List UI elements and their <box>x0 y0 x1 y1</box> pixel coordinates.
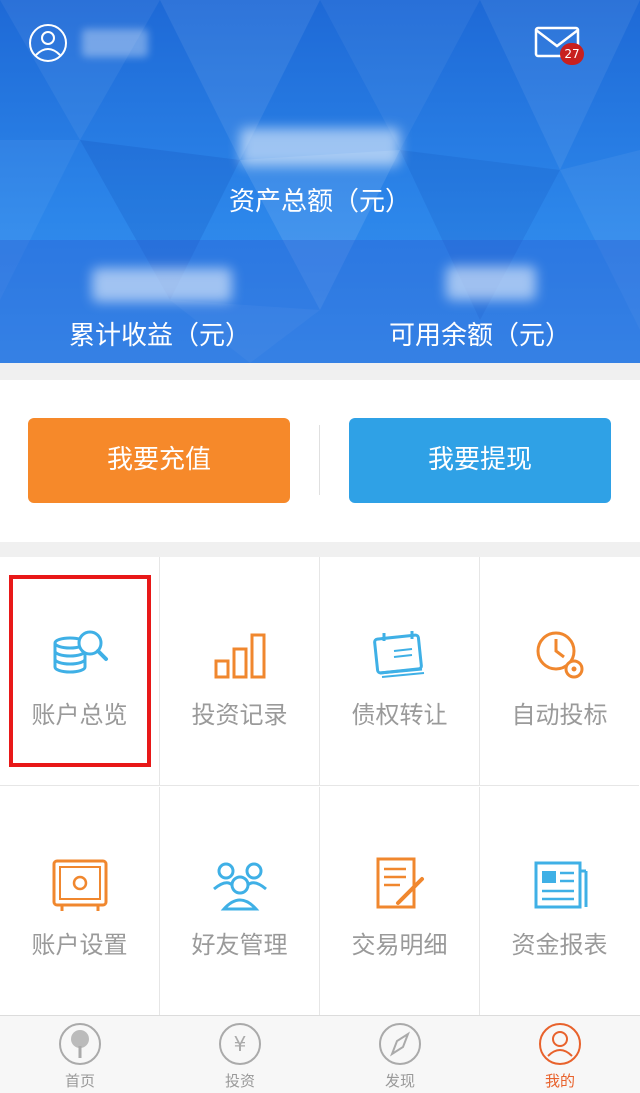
menu-item-label: 资金报表 <box>511 931 608 959</box>
total-assets-value-redacted <box>240 128 400 166</box>
bar-chart-icon <box>214 633 265 679</box>
menu-item-label: 债权转让 <box>351 701 448 729</box>
yen-icon: ¥ <box>219 1023 261 1065</box>
available-balance-label: 可用余额（元） <box>388 321 571 351</box>
accumulated-income-value-redacted <box>92 268 232 302</box>
menu-item-label: 好友管理 <box>191 931 288 959</box>
divider <box>319 425 320 495</box>
available-balance-value-redacted <box>446 266 536 300</box>
total-assets-label: 资产总额（元） <box>228 187 411 217</box>
tab-discover[interactable]: 发现 <box>320 1016 480 1093</box>
friends-icon <box>212 862 267 911</box>
menu-item-fund-report[interactable]: 资金报表 <box>480 787 639 1015</box>
report-icon <box>534 861 587 909</box>
tab-label: 投资 <box>224 1072 255 1090</box>
tab-label: 发现 <box>384 1072 415 1090</box>
accumulated-income-label: 累计收益（元） <box>68 321 251 351</box>
menu-item-label: 账户设置 <box>31 931 128 959</box>
menu-item-label: 投资记录 <box>191 701 288 729</box>
tab-home[interactable]: 首页 <box>0 1016 160 1093</box>
compass-icon <box>379 1023 421 1065</box>
document-pen-icon <box>376 857 424 909</box>
tree-icon <box>59 1023 101 1065</box>
menu-item-label: 自动投标 <box>511 701 608 729</box>
safe-icon <box>52 859 107 911</box>
recharge-button[interactable]: 我要充值 <box>28 418 290 503</box>
menu-item-label: 交易明细 <box>351 931 448 959</box>
bottom-tab-bar: 首页 ¥ 投资 发现 我的 <box>0 1015 640 1093</box>
tab-mine[interactable]: 我的 <box>480 1016 640 1093</box>
tab-label: 首页 <box>64 1072 95 1090</box>
mail-badge: 27 <box>560 43 584 65</box>
username-redacted <box>82 29 148 57</box>
highlight-box <box>9 575 151 767</box>
account-header: 27 资产总额（元） 累计收益（元） 可用余额（元） <box>0 0 640 363</box>
clock-gear-icon <box>536 631 583 679</box>
tab-label: 我的 <box>544 1072 575 1090</box>
calendar-icon <box>372 631 424 678</box>
user-avatar-icon[interactable] <box>28 23 68 63</box>
menu-item-friend-management[interactable]: 好友管理 <box>160 787 320 1015</box>
svg-text:¥: ¥ <box>234 1032 247 1056</box>
withdraw-button[interactable]: 我要提现 <box>349 418 611 503</box>
menu-item-account-settings[interactable]: 账户设置 <box>0 787 160 1015</box>
tab-invest[interactable]: ¥ 投资 <box>160 1016 320 1093</box>
menu-item-transaction-details[interactable]: 交易明细 <box>320 787 480 1015</box>
menu-item-investment-records[interactable]: 投资记录 <box>160 557 320 786</box>
menu-item-debt-transfer[interactable]: 债权转让 <box>320 557 480 786</box>
action-buttons: 我要充值 我要提现 <box>0 380 640 542</box>
user-icon <box>539 1023 581 1065</box>
menu-item-auto-bid[interactable]: 自动投标 <box>480 557 639 786</box>
